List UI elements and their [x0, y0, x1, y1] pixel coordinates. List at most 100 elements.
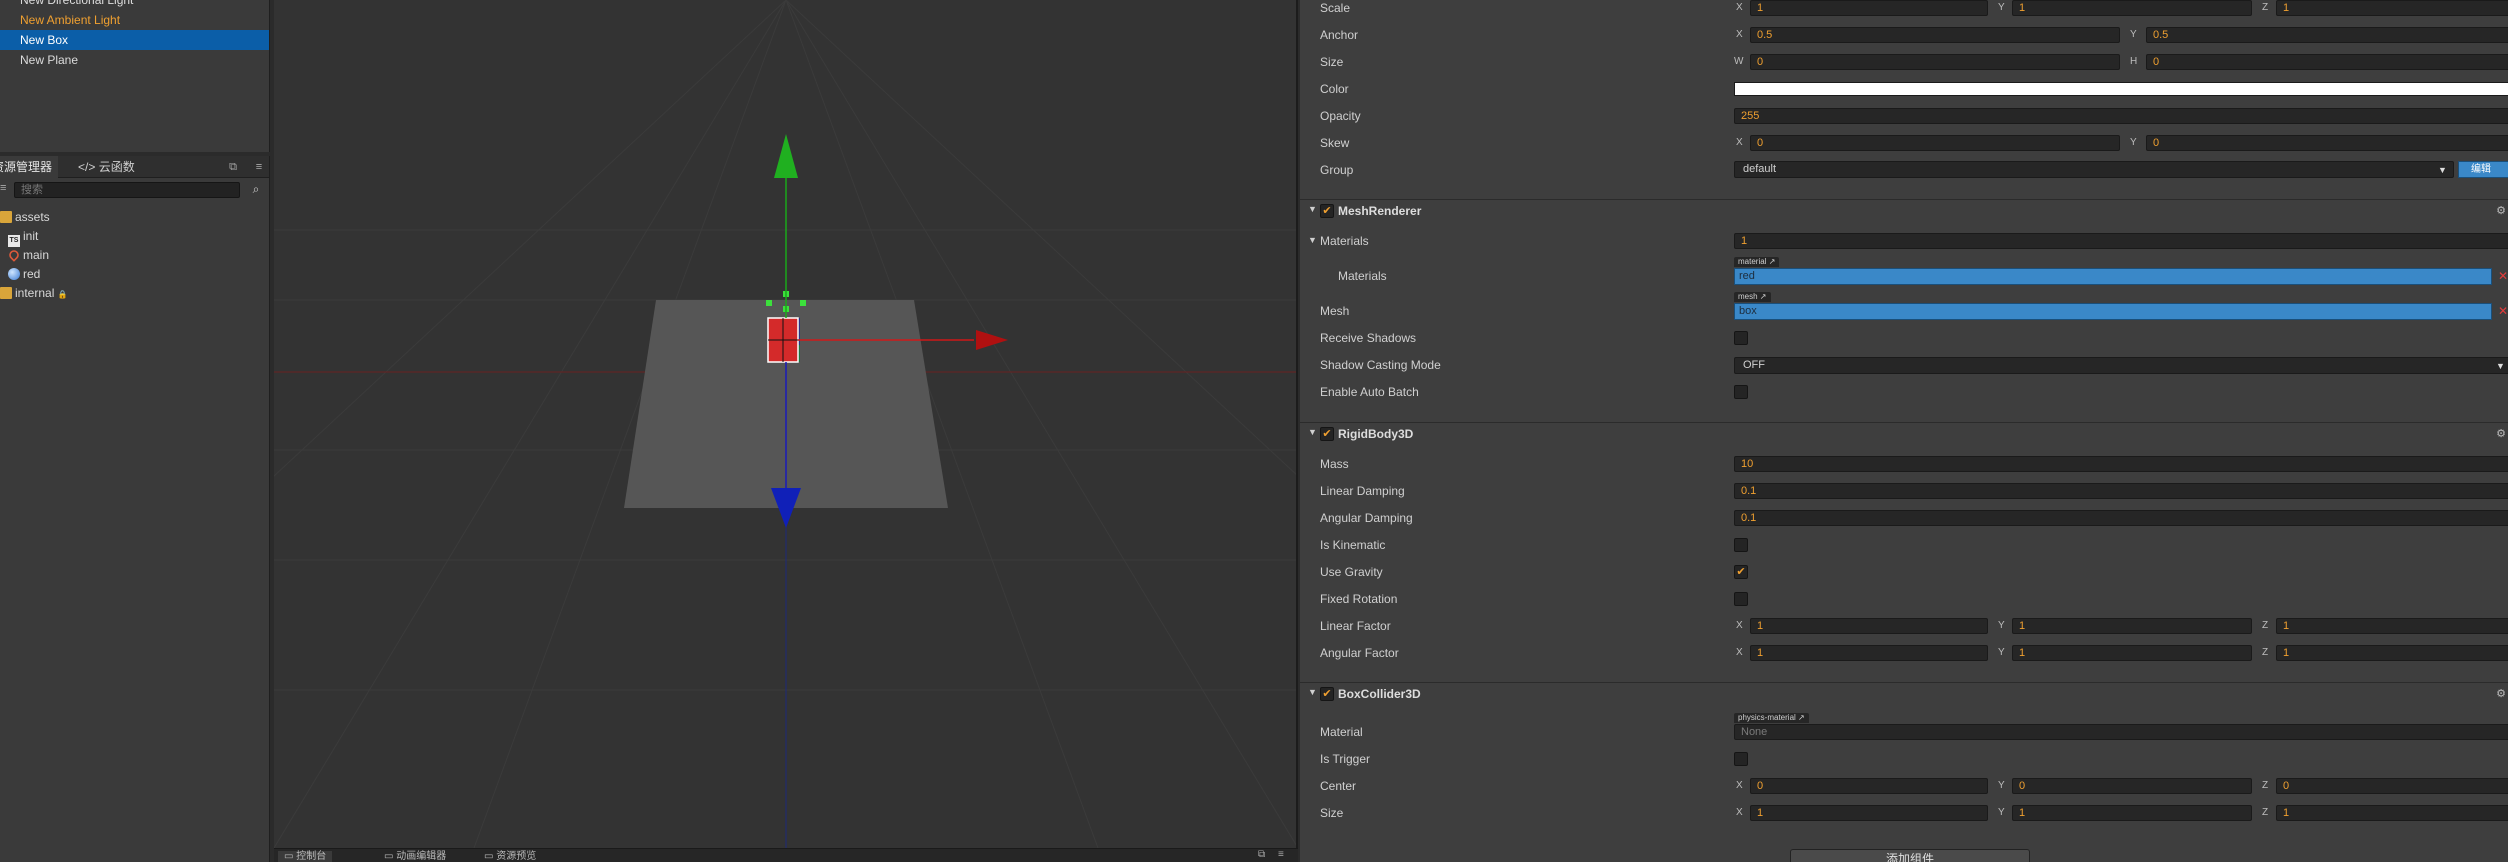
search-icon[interactable]: ⌕	[248, 182, 264, 198]
linear-damping-field[interactable]: 0.1	[1734, 483, 2508, 499]
collider-size-y-field[interactable]: 1	[2012, 805, 2252, 821]
popout-icon[interactable]: ⧉	[1258, 849, 1265, 860]
asset-item-red[interactable]: red	[8, 265, 40, 283]
scale-x-field[interactable]: 1	[1750, 0, 1988, 16]
y-axis-gizmo-arrow	[774, 134, 798, 178]
auto-batch-checkbox[interactable]	[1734, 385, 1748, 399]
link-icon[interactable]: ↗	[1760, 292, 1767, 301]
tab-asset-preview[interactable]: ▭ 资源预览	[478, 851, 542, 862]
boxcollider-header[interactable]: ▼ ✔ BoxCollider3D ⚙	[1300, 682, 2508, 704]
anchor-x-field[interactable]: 0.5	[1750, 27, 2120, 43]
opacity-field[interactable]: 255	[1734, 108, 2508, 124]
center-x-field[interactable]: 0	[1750, 778, 1988, 794]
asset-search-row: ≡ ⌕	[0, 178, 269, 202]
angular-factor-label: Angular Factor	[1320, 646, 1399, 660]
receive-shadows-checkbox[interactable]	[1734, 331, 1748, 345]
axis-y-label: Y	[1998, 807, 2005, 818]
auto-batch-label: Enable Auto Batch	[1320, 385, 1419, 399]
collapse-arrow-icon[interactable]: ▼	[1308, 687, 1317, 697]
hierarchy-item-directional-light[interactable]: New Directional Light	[0, 0, 269, 10]
scale-y-field[interactable]: 1	[2012, 0, 2252, 16]
edit-group-button[interactable]: 编辑	[2458, 161, 2508, 178]
scene-canvas[interactable]	[274, 0, 1298, 848]
remove-mesh-icon[interactable]: ✕	[2498, 303, 2508, 319]
menu-icon[interactable]: ≡	[252, 160, 266, 174]
asset-search-input[interactable]	[14, 182, 240, 198]
menu-icon[interactable]: ≡	[1278, 849, 1284, 860]
linear-factor-x-field[interactable]: 1	[1750, 618, 1988, 634]
hierarchy-item-new-plane[interactable]: New Plane	[0, 50, 269, 70]
mesh-asset-field[interactable]: box	[1734, 303, 2492, 320]
gear-icon[interactable]: ⚙	[2496, 687, 2506, 700]
tab-console[interactable]: ▭ 控制台	[278, 851, 333, 862]
gear-icon[interactable]: ⚙	[2496, 427, 2506, 440]
sort-icon[interactable]: ≡	[0, 182, 10, 198]
materials-count-field[interactable]: 1	[1734, 233, 2508, 249]
popout-icon[interactable]: ⧉	[226, 160, 240, 174]
rigidbody-header[interactable]: ▼ ✔ RigidBody3D ⚙	[1300, 422, 2508, 444]
rigidbody-title: RigidBody3D	[1338, 427, 1414, 441]
boxcollider-enabled-checkbox[interactable]: ✔	[1320, 687, 1334, 701]
shadow-casting-value: OFF	[1743, 359, 1765, 371]
gear-icon[interactable]: ⚙	[2496, 204, 2506, 217]
asset-item-assets[interactable]: assets	[0, 208, 50, 226]
collapse-arrow-icon[interactable]: ▼	[1308, 235, 1317, 245]
asset-item-init[interactable]: TS init	[8, 227, 38, 247]
size-w-field[interactable]: 0	[1750, 54, 2120, 70]
angular-factor-x-field[interactable]: 1	[1750, 645, 1988, 661]
color-swatch[interactable]	[1734, 82, 2508, 96]
collider-size-x-field[interactable]: 1	[1750, 805, 1988, 821]
is-kinematic-checkbox[interactable]	[1734, 538, 1748, 552]
bottom-tab-bar: ▭ 控制台 ▭ 动画编辑器 ▭ 资源预览 ⧉ ≡	[274, 848, 1298, 862]
center-z-field[interactable]: 0	[2276, 778, 2508, 794]
tab-cloud-functions[interactable]: </> 云函数	[72, 156, 141, 178]
angular-factor-z-field[interactable]: 1	[2276, 645, 2508, 661]
asset-item-main[interactable]: main	[7, 246, 49, 264]
scale-z-field[interactable]: 1	[2276, 0, 2508, 16]
angular-factor-y-field[interactable]: 1	[2012, 645, 2252, 661]
collapse-arrow-icon[interactable]: ▼	[1308, 427, 1317, 437]
is-trigger-checkbox[interactable]	[1734, 752, 1748, 766]
meshrenderer-enabled-checkbox[interactable]: ✔	[1320, 204, 1334, 218]
linear-factor-y-field[interactable]: 1	[2012, 618, 2252, 634]
meshrenderer-header[interactable]: ▼ ✔ MeshRenderer ⚙	[1300, 199, 2508, 221]
material-type-tag: material ↗	[1734, 257, 1780, 267]
shadow-casting-select[interactable]: OFF	[1734, 357, 2508, 374]
shadow-casting-label: Shadow Casting Mode	[1320, 358, 1441, 372]
collider-size-z-field[interactable]: 1	[2276, 805, 2508, 821]
tab-asset-manager[interactable]: 资源管理器	[0, 156, 59, 178]
tab-animation-editor[interactable]: ▭ 动画编辑器	[378, 851, 452, 862]
axis-y-label: Y	[2130, 29, 2137, 40]
center-y-field[interactable]: 0	[2012, 778, 2252, 794]
mass-field[interactable]: 10	[1734, 456, 2508, 472]
asset-label: red	[23, 267, 41, 281]
collider-material-label: Material	[1320, 725, 1363, 739]
remove-material-icon[interactable]: ✕	[2498, 268, 2508, 284]
group-select[interactable]: default	[1734, 161, 2454, 178]
axis-x-label: X	[1736, 2, 1743, 13]
scene-view[interactable]	[274, 0, 1298, 848]
axis-x-label: X	[1736, 137, 1743, 148]
axis-y-label: Y	[2130, 137, 2137, 148]
add-component-button[interactable]: 添加组件	[1790, 849, 2030, 862]
collapse-arrow-icon[interactable]: ▼	[1308, 204, 1317, 214]
link-icon[interactable]: ↗	[1798, 713, 1805, 722]
asset-label: internal	[15, 286, 55, 300]
hierarchy-item-ambient-light[interactable]: New Ambient Light	[0, 10, 269, 30]
fixed-rotation-checkbox[interactable]	[1734, 592, 1748, 606]
collider-material-field[interactable]: None	[1734, 724, 2508, 740]
use-gravity-checkbox[interactable]: ✔	[1734, 565, 1748, 579]
rigidbody-enabled-checkbox[interactable]: ✔	[1320, 427, 1334, 441]
skew-x-field[interactable]: 0	[1750, 135, 2120, 151]
linear-factor-z-field[interactable]: 1	[2276, 618, 2508, 634]
material-asset-field[interactable]: red	[1734, 268, 2492, 285]
skew-y-field[interactable]: 0	[2146, 135, 2508, 151]
anchor-y-field[interactable]: 0.5	[2146, 27, 2508, 43]
link-icon[interactable]: ↗	[1769, 257, 1776, 266]
angular-damping-field[interactable]: 0.1	[1734, 510, 2508, 526]
asset-item-internal[interactable]: internal 🔒	[0, 284, 68, 302]
material-tag-text: material	[1738, 257, 1767, 266]
tab-console-label: 控制台	[296, 851, 327, 862]
hierarchy-item-new-box[interactable]: New Box	[0, 30, 269, 50]
size-h-field[interactable]: 0	[2146, 54, 2508, 70]
